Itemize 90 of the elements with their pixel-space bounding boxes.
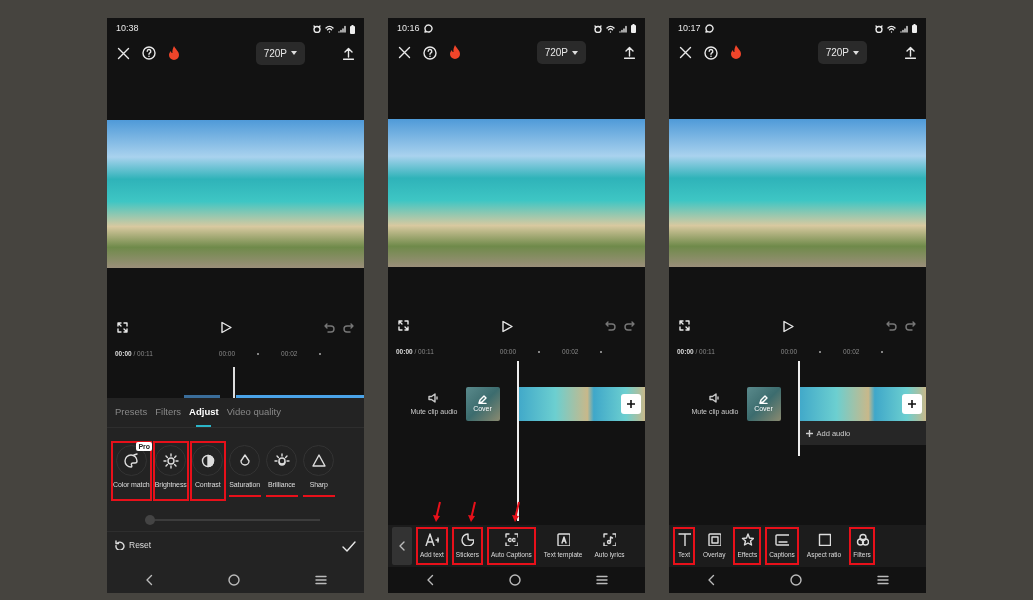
caret-icon	[291, 51, 297, 55]
quality-dropdown[interactable]: 720P	[255, 41, 305, 65]
redo-icon[interactable]	[624, 319, 635, 331]
redo-icon[interactable]	[905, 319, 916, 331]
undo-icon[interactable]	[324, 321, 335, 333]
back-icon[interactable]	[144, 574, 153, 586]
alarm-icon	[594, 24, 602, 33]
add-clip-button[interactable]	[902, 394, 922, 415]
speaker-icon	[428, 393, 440, 404]
tab[interactable]: Adjust	[185, 401, 223, 424]
undo-icon[interactable]	[886, 319, 897, 331]
pencil-icon	[478, 394, 487, 404]
speaker-icon	[709, 393, 721, 404]
close-icon[interactable]	[398, 46, 411, 60]
text-template-icon	[556, 532, 571, 547]
sticker-icon	[460, 532, 475, 547]
help-icon[interactable]	[704, 45, 718, 60]
tab[interactable]: Filters	[151, 401, 186, 424]
battery-icon	[912, 24, 917, 34]
pencil-icon	[759, 394, 768, 404]
cc-icon	[504, 532, 519, 547]
fullscreen-icon[interactable]	[117, 321, 128, 333]
status-time: 10:16	[397, 22, 420, 36]
flame-icon[interactable]	[168, 45, 180, 61]
tab[interactable]: Video quality	[222, 401, 285, 424]
letter-t-icon	[677, 532, 691, 547]
back-icon[interactable]	[425, 574, 434, 587]
fullscreen-icon[interactable]	[398, 319, 409, 331]
battery-icon	[350, 24, 355, 34]
signal-icon	[900, 24, 908, 33]
add-clip-button[interactable]	[621, 394, 641, 415]
wifi-icon	[325, 25, 334, 33]
status-time: 10:17	[678, 22, 701, 36]
signal-icon	[338, 25, 346, 33]
clip-strip	[184, 395, 221, 398]
undo-icon[interactable]	[605, 319, 616, 331]
battery-icon	[631, 24, 636, 34]
palette-icon	[123, 452, 140, 469]
back-icon[interactable]	[706, 574, 715, 587]
plus-icon	[805, 429, 813, 437]
menu-icon[interactable]	[595, 575, 608, 586]
help-icon[interactable]	[142, 46, 156, 60]
alarm-icon	[875, 24, 883, 33]
sparkle-icon	[740, 532, 755, 547]
play-icon[interactable]	[501, 319, 513, 333]
flame-icon[interactable]	[730, 45, 742, 61]
plus-icon	[626, 399, 636, 410]
sun-icon	[162, 452, 179, 469]
contrast-icon	[199, 452, 216, 469]
chevron-left-icon	[399, 541, 405, 552]
alarm-icon	[313, 25, 321, 33]
menu-icon[interactable]	[876, 575, 889, 586]
wifi-icon	[606, 24, 615, 33]
upload-icon[interactable]	[343, 46, 354, 60]
collapse-button[interactable]	[392, 527, 412, 566]
signal-icon	[619, 24, 627, 33]
playhead-line	[232, 367, 235, 398]
circles-icon	[855, 532, 869, 547]
fullscreen-icon[interactable]	[679, 319, 690, 331]
plus-icon	[907, 399, 917, 410]
triangle-icon	[310, 452, 327, 469]
letter-a-plus-icon	[424, 532, 439, 547]
captions-icon	[775, 532, 789, 547]
quality-dropdown[interactable]: 720P	[536, 41, 586, 65]
wifi-icon	[887, 24, 896, 33]
upload-icon[interactable]	[624, 46, 635, 60]
quality-dropdown[interactable]: 720P	[817, 41, 867, 65]
home-icon[interactable]	[508, 574, 521, 587]
sun-ring-icon	[273, 452, 290, 469]
help-icon[interactable]	[423, 45, 437, 60]
slider-thumb[interactable]	[145, 514, 155, 525]
caret-icon	[572, 50, 578, 55]
overlay-icon	[707, 532, 722, 547]
lyrics-icon	[602, 532, 617, 547]
reset-button[interactable]: Reset	[115, 538, 152, 552]
status-time: 10:38	[116, 22, 139, 36]
tab[interactable]: Presets	[111, 401, 152, 424]
play-icon[interactable]	[220, 321, 232, 335]
flame-icon[interactable]	[449, 45, 461, 61]
play-icon[interactable]	[782, 319, 794, 333]
home-icon[interactable]	[789, 574, 802, 587]
home-icon[interactable]	[227, 574, 240, 586]
menu-icon[interactable]	[314, 575, 327, 585]
close-icon[interactable]	[679, 46, 692, 60]
checkmark-icon[interactable]	[342, 540, 356, 552]
caret-icon	[853, 50, 859, 55]
redo-icon[interactable]	[343, 321, 354, 333]
upload-icon[interactable]	[905, 46, 916, 60]
reset-icon	[115, 540, 125, 551]
close-icon[interactable]	[117, 46, 130, 60]
